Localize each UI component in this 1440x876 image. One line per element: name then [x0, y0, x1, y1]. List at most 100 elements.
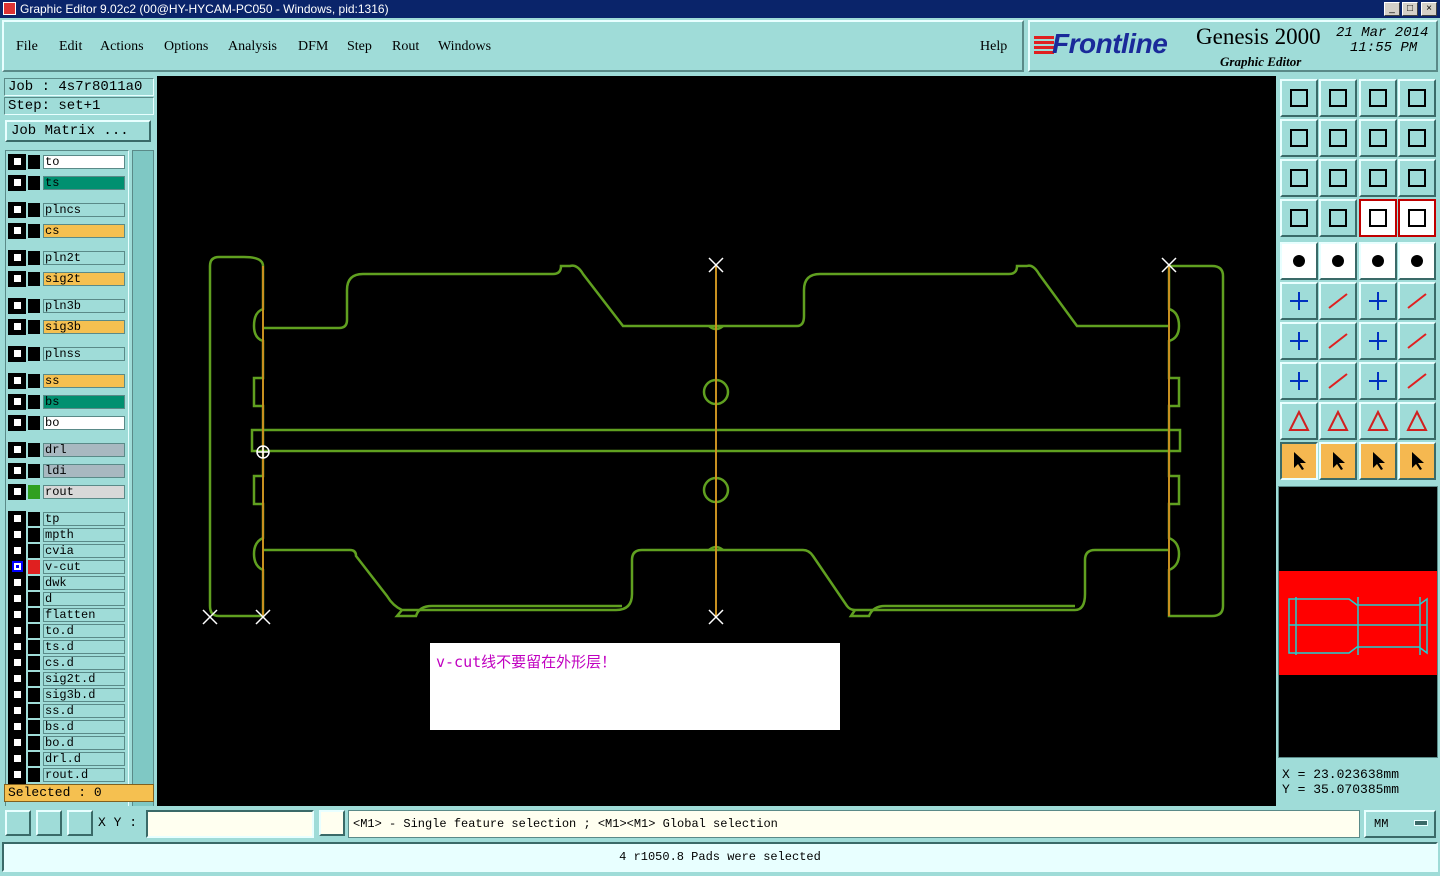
layer-name[interactable]: sig3b.d	[43, 688, 125, 702]
scale-button[interactable]	[1359, 159, 1397, 197]
layer-color-swatch[interactable]	[28, 752, 40, 766]
layer-row-bo.d[interactable]: bo.d	[8, 735, 126, 751]
triangle-b-button[interactable]	[1359, 402, 1397, 440]
menu-dfm[interactable]: DFM	[298, 39, 328, 55]
snap-center-icon[interactable]	[67, 810, 93, 836]
layer-name[interactable]: mpth	[43, 528, 125, 542]
layer-checkbox[interactable]	[12, 396, 23, 407]
delete-button[interactable]	[1319, 282, 1357, 320]
layer-name[interactable]: cs	[43, 224, 125, 238]
menu-actions[interactable]: Actions	[100, 39, 144, 55]
layer-checkbox[interactable]	[12, 529, 23, 540]
layer-row-cs.d[interactable]: cs.d	[8, 655, 126, 671]
measure-button[interactable]	[1359, 362, 1397, 400]
layer-checkbox[interactable]	[12, 673, 23, 684]
layer-row-rout.d[interactable]: rout.d	[8, 767, 126, 783]
layer-checkbox[interactable]	[12, 444, 23, 455]
arc-button[interactable]	[1359, 322, 1397, 360]
menu-help[interactable]: Help	[980, 39, 1007, 55]
info-icon[interactable]	[319, 810, 345, 836]
layer-checkbox[interactable]	[12, 577, 23, 588]
slope-button[interactable]	[1319, 322, 1357, 360]
layer-checkbox[interactable]	[12, 561, 23, 572]
layer-checkbox[interactable]	[12, 321, 23, 332]
layer-row-sig3b.d[interactable]: sig3b.d	[8, 687, 126, 703]
layer-color-swatch[interactable]	[28, 347, 40, 361]
pad-add-button[interactable]	[1280, 242, 1318, 280]
menu-rout[interactable]: Rout	[392, 39, 419, 55]
layer-name[interactable]: bs	[43, 395, 125, 409]
layer-row-bo[interactable]: bo	[8, 415, 126, 431]
panel-button[interactable]	[1398, 79, 1436, 117]
layer-name[interactable]: tp	[43, 512, 125, 526]
layer-checkbox[interactable]	[12, 348, 23, 359]
layer-checkbox[interactable]	[12, 609, 23, 620]
layer-row-ldi[interactable]: ldi	[8, 463, 126, 479]
layer-color-swatch[interactable]	[28, 416, 40, 430]
layer-row-dwk[interactable]: dwk	[8, 575, 126, 591]
layer-row-ss[interactable]: ss	[8, 373, 126, 389]
menu-file[interactable]: File	[16, 39, 38, 55]
maximize-button[interactable]: □	[1402, 2, 1418, 16]
layer-checkbox[interactable]	[12, 753, 23, 764]
layer-checkbox[interactable]	[12, 486, 23, 497]
layer-name[interactable]: bo.d	[43, 736, 125, 750]
move-button[interactable]	[1359, 282, 1397, 320]
layer-color-swatch[interactable]	[28, 512, 40, 526]
layer-color-swatch[interactable]	[28, 640, 40, 654]
layer-row-drl.d[interactable]: drl.d	[8, 751, 126, 767]
layer-list-scrollbar[interactable]	[132, 150, 154, 818]
layer-row-pln2t[interactable]: pln2t	[8, 250, 126, 266]
layer-name[interactable]: rout	[43, 485, 125, 499]
move-point-button[interactable]	[1398, 282, 1436, 320]
layer-row-flatten[interactable]: flatten	[8, 607, 126, 623]
layer-name[interactable]: d	[43, 592, 125, 606]
layer-checkbox[interactable]	[12, 225, 23, 236]
layer-checkbox[interactable]	[12, 705, 23, 716]
dot-button[interactable]	[1398, 242, 1436, 280]
layer-checkbox[interactable]	[12, 252, 23, 263]
layer-name[interactable]: v-cut	[43, 560, 125, 574]
layer-name[interactable]: ts	[43, 176, 125, 190]
snap-angle-icon[interactable]	[36, 810, 62, 836]
zoom-fit-button[interactable]	[1280, 159, 1318, 197]
open-job-button[interactable]	[1280, 79, 1318, 117]
layer-name[interactable]: pln2t	[43, 251, 125, 265]
layer-color-swatch[interactable]	[28, 251, 40, 265]
midline-button[interactable]	[1319, 362, 1357, 400]
save-job-button[interactable]	[1319, 79, 1357, 117]
layer-name[interactable]: plnss	[43, 347, 125, 361]
home-button[interactable]	[1359, 79, 1397, 117]
layer-row-rout[interactable]: rout	[8, 484, 126, 500]
layer-color-swatch[interactable]	[28, 176, 40, 190]
menu-step[interactable]: Step	[347, 39, 372, 55]
layer-color-swatch[interactable]	[28, 155, 40, 169]
layer-row-tp[interactable]: tp	[8, 511, 126, 527]
route-button[interactable]	[1398, 442, 1436, 480]
layer-checkbox[interactable]	[12, 465, 23, 476]
layer-checkbox[interactable]	[12, 156, 23, 167]
layer-color-swatch[interactable]	[28, 768, 40, 782]
layer-name[interactable]: ts.d	[43, 640, 125, 654]
layer-checkbox[interactable]	[12, 417, 23, 428]
layer-name[interactable]: drl.d	[43, 752, 125, 766]
groups-button[interactable]	[1398, 362, 1436, 400]
layer-checkbox[interactable]	[12, 689, 23, 700]
settings-button[interactable]	[1280, 199, 1318, 237]
line-add-button[interactable]	[1319, 242, 1357, 280]
layer-name[interactable]: ss	[43, 374, 125, 388]
help-button[interactable]	[1398, 159, 1436, 197]
layer-name[interactable]: sig2t	[43, 272, 125, 286]
layer-row-v-cut[interactable]: v-cut	[8, 559, 126, 575]
layer-name[interactable]: plncs	[43, 203, 125, 217]
rotate-button[interactable]	[1359, 119, 1397, 157]
overview-window[interactable]	[1278, 486, 1438, 758]
layer-color-swatch[interactable]	[28, 374, 40, 388]
layer-row-ts.d[interactable]: ts.d	[8, 639, 126, 655]
layer-checkbox[interactable]	[12, 657, 23, 668]
layer-name[interactable]: to.d	[43, 624, 125, 638]
split-button[interactable]	[1398, 322, 1436, 360]
layer-name[interactable]: ss.d	[43, 704, 125, 718]
triangle-button[interactable]	[1280, 402, 1318, 440]
layer-compare-alt-button[interactable]	[1398, 199, 1436, 237]
